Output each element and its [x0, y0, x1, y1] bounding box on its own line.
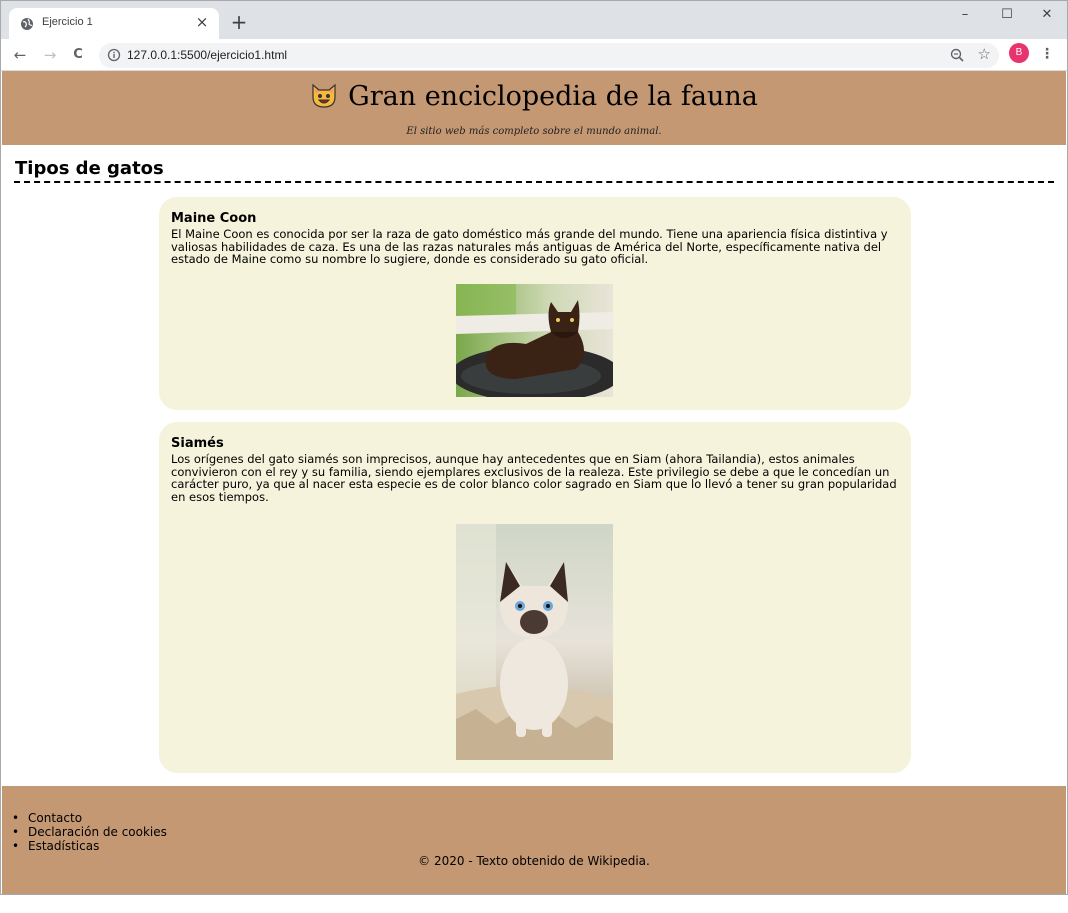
- forward-button[interactable]: →: [39, 44, 61, 66]
- footer-link-contacto[interactable]: Contacto: [12, 811, 167, 825]
- zoom-icon[interactable]: [949, 47, 965, 63]
- card-title: Siamés: [171, 436, 224, 451]
- browser-toolbar: ← → C 127.0.0.1:5500/ejercicio1.html ☆: [1, 39, 1067, 71]
- footer-link-estadisticas[interactable]: Estadísticas: [12, 839, 167, 853]
- back-button[interactable]: ←: [9, 44, 31, 66]
- copyright-text: © 2020 - Texto obtenido de Wikipedia.: [418, 854, 650, 868]
- close-window-button[interactable]: ✕: [1031, 5, 1063, 25]
- card-siames: Siamés Los orígenes del gato siamés son …: [159, 422, 911, 773]
- address-bar[interactable]: 127.0.0.1:5500/ejercicio1.html ☆: [99, 43, 999, 68]
- tab-strip: Ejercicio 1 × + – ☐ ✕: [1, 1, 1067, 39]
- globe-icon: [21, 18, 33, 30]
- section-title: Tipos de gatos: [15, 158, 164, 179]
- profile-avatar[interactable]: B: [1009, 43, 1029, 63]
- card-title: Maine Coon: [171, 211, 257, 226]
- card-text: Los orígenes del gato siamés son impreci…: [171, 452, 897, 504]
- footer-link-cookies[interactable]: Declaración de cookies: [12, 825, 167, 839]
- tab-title: Ejercicio 1: [42, 16, 93, 28]
- url-text[interactable]: 127.0.0.1:5500/ejercicio1.html: [127, 48, 287, 62]
- site-header: Gran enciclopedia de la fauna El sitio w…: [2, 71, 1066, 145]
- site-title-wrap: Gran enciclopedia de la fauna: [2, 81, 1066, 112]
- site-footer: Contacto Declaración de cookies Estadíst…: [2, 786, 1066, 894]
- below-window-area: [0, 895, 1068, 913]
- browser-window: Ejercicio 1 × + – ☐ ✕ ← → C 127.0.0.1:55…: [0, 0, 1068, 895]
- menu-icon[interactable]: ⋮: [1039, 44, 1055, 64]
- reload-button[interactable]: C: [67, 44, 89, 66]
- cat-face-icon: [312, 83, 336, 108]
- card-text: El Maine Coon es conocida por ser la raz…: [171, 227, 888, 266]
- tab-ejercicio[interactable]: Ejercicio 1 ×: [9, 8, 219, 39]
- siamese-kitten-photo: [456, 524, 613, 760]
- bookmark-star-icon[interactable]: ☆: [978, 45, 991, 63]
- minimize-button[interactable]: –: [949, 5, 981, 25]
- card-maine-coon: Maine Coon El Maine Coon es conocida por…: [159, 197, 911, 410]
- web-page: Gran enciclopedia de la fauna El sitio w…: [2, 71, 1066, 894]
- maximize-button[interactable]: ☐: [991, 5, 1023, 25]
- new-tab-button[interactable]: +: [229, 12, 249, 32]
- info-icon[interactable]: [107, 48, 121, 62]
- section-divider: [14, 181, 1054, 183]
- site-title: Gran enciclopedia de la fauna: [348, 81, 758, 112]
- site-tagline: El sitio web más completo sobre el mundo…: [406, 126, 662, 137]
- footer-links: Contacto Declaración de cookies Estadíst…: [12, 811, 167, 853]
- tab-close-icon[interactable]: ×: [193, 13, 211, 31]
- maine-coon-photo: [456, 284, 613, 397]
